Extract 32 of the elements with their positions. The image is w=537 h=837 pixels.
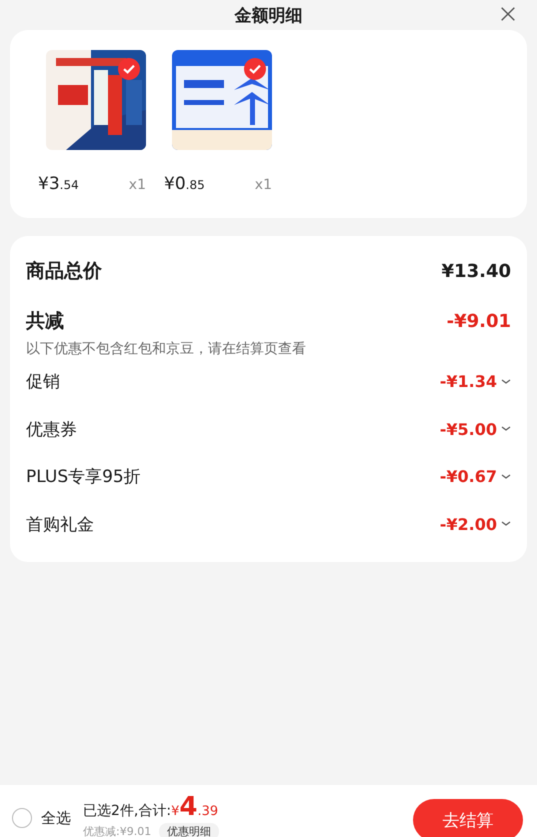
check-badge-icon[interactable] bbox=[244, 58, 266, 80]
discount-label: PLUS专享95折 bbox=[26, 466, 141, 488]
total-label: 商品总价 bbox=[26, 259, 102, 284]
chevron-down-icon[interactable] bbox=[501, 426, 511, 432]
discount-value: -¥2.00 bbox=[440, 514, 497, 534]
selected-summary: 已选2件,合计: bbox=[83, 802, 172, 820]
total-value: ¥13.40 bbox=[442, 260, 511, 282]
discount-value: -¥1.34 bbox=[440, 372, 497, 392]
discount-value: -¥5.00 bbox=[440, 420, 497, 439]
chevron-down-icon[interactable] bbox=[501, 521, 511, 528]
chevron-down-icon[interactable] bbox=[501, 378, 511, 385]
discount-value: -¥0.67 bbox=[440, 467, 497, 486]
discount-label: 首购礼金 bbox=[26, 514, 94, 536]
reduction-value: -¥9.01 bbox=[446, 310, 511, 332]
checkout-button[interactable]: 去结算 bbox=[413, 799, 523, 837]
product-quantity: x1 bbox=[128, 177, 146, 193]
close-icon[interactable] bbox=[499, 5, 517, 23]
reduction-label: 共减 bbox=[26, 309, 64, 334]
discount-label: 促销 bbox=[26, 371, 60, 394]
check-badge-icon[interactable] bbox=[118, 58, 140, 80]
saved-amount: 优惠减:¥9.01 bbox=[83, 824, 152, 837]
select-all-label[interactable]: 全选 bbox=[41, 808, 71, 828]
product-price: ¥3.54 bbox=[38, 174, 79, 194]
discount-label: 优惠券 bbox=[26, 418, 77, 441]
product-price: ¥0.85 bbox=[164, 174, 205, 194]
chevron-down-icon[interactable] bbox=[501, 474, 511, 480]
sheet-title: 金额明细 bbox=[234, 4, 302, 26]
note-text: 以下优惠不包含红包和京豆，请在结算页查看 bbox=[26, 340, 307, 358]
select-all-radio[interactable] bbox=[12, 808, 32, 828]
product-quantity: x1 bbox=[254, 177, 272, 193]
total-amount: ¥4.39 bbox=[171, 792, 218, 822]
discount-detail-button[interactable]: 优惠明细 bbox=[159, 822, 220, 837]
